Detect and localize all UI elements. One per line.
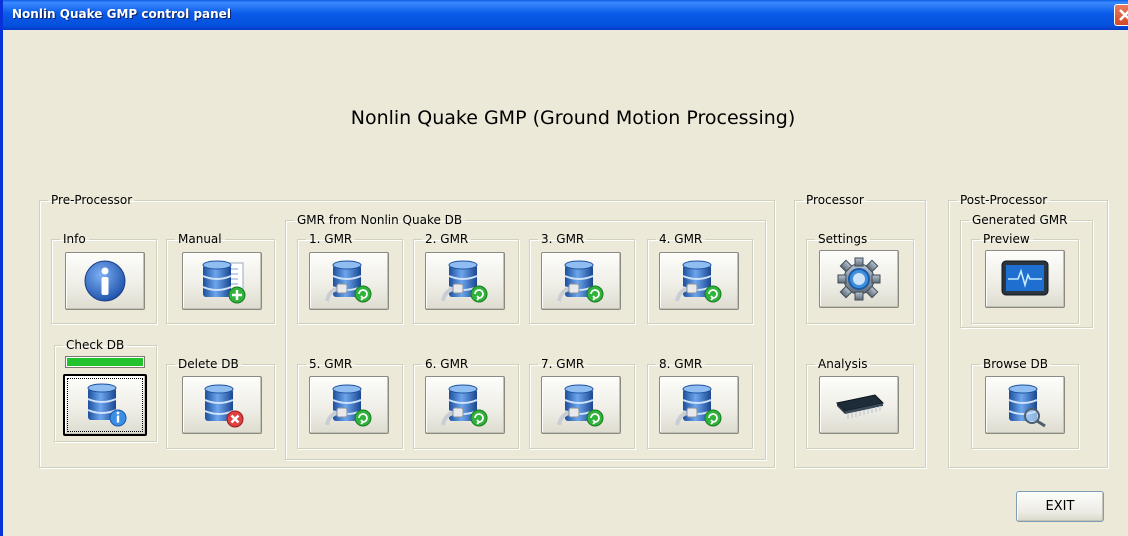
- database-plug-icon: [675, 384, 722, 427]
- database-plug-icon: [557, 384, 604, 427]
- page-title: Nonlin Quake GMP (Ground Motion Processi…: [350, 107, 796, 129]
- gmr-button-5[interactable]: [309, 376, 389, 434]
- analysis-label: Analysis: [818, 357, 868, 371]
- gmr-label-4: 4. GMR: [659, 232, 703, 246]
- gmr-button-8[interactable]: [659, 376, 739, 434]
- chip-icon: [835, 394, 885, 419]
- post-processor-label: Post-Processor: [960, 193, 1048, 207]
- close-icon: [1119, 9, 1128, 21]
- gmr-label-6: 6. GMR: [425, 357, 469, 371]
- manual-button[interactable]: [182, 252, 262, 310]
- info-icon: [84, 260, 126, 302]
- database-plug-icon: [441, 260, 488, 303]
- database-plug-icon: [675, 260, 722, 303]
- gmr-button-3[interactable]: [541, 252, 621, 310]
- pre-processor-label: Pre-Processor: [51, 193, 133, 207]
- delete-db-label: Delete DB: [178, 357, 239, 371]
- database-plug-icon: [325, 260, 372, 303]
- database-add-icon: [202, 260, 246, 304]
- gmr-button-1[interactable]: [309, 252, 389, 310]
- gmr-button-2[interactable]: [425, 252, 505, 310]
- database-info-icon: [87, 383, 127, 427]
- database-delete-icon: [204, 384, 244, 428]
- gmr-button-4[interactable]: [659, 252, 739, 310]
- manual-label: Manual: [178, 232, 222, 246]
- exit-button[interactable]: EXIT: [1016, 491, 1104, 522]
- gmr-label-8: 8. GMR: [659, 357, 703, 371]
- database-plug-icon: [325, 384, 372, 427]
- delete-db-button[interactable]: [182, 376, 262, 434]
- info-button[interactable]: [65, 252, 145, 310]
- preview-button[interactable]: [985, 250, 1065, 308]
- title-bar[interactable]: Nonlin Quake GMP control panel: [3, 0, 1128, 30]
- close-button[interactable]: [1114, 4, 1128, 26]
- database-search-icon: [1008, 384, 1046, 428]
- check-db-progress-fill: [67, 358, 143, 366]
- gmr-label-5: 5. GMR: [309, 357, 353, 371]
- info-label: Info: [63, 232, 86, 246]
- database-plug-icon: [557, 260, 604, 303]
- check-db-label: Check DB: [66, 338, 125, 352]
- analysis-button[interactable]: [819, 376, 899, 434]
- gear-icon: [837, 257, 881, 301]
- gmr-label-2: 2. GMR: [425, 232, 469, 246]
- app-window: Nonlin Quake GMP control panel Nonlin Qu…: [0, 0, 1128, 536]
- monitor-waveform-icon: [1001, 260, 1049, 296]
- window-title: Nonlin Quake GMP control panel: [12, 7, 231, 21]
- gmr-db-label: GMR from Nonlin Quake DB: [297, 213, 463, 227]
- settings-button[interactable]: [819, 250, 899, 308]
- gmr-label-3: 3. GMR: [541, 232, 585, 246]
- browse-db-label: Browse DB: [983, 357, 1048, 371]
- gmr-label-7: 7. GMR: [541, 357, 585, 371]
- gmr-button-7[interactable]: [541, 376, 621, 434]
- check-db-button[interactable]: [63, 374, 147, 436]
- processor-label: Processor: [806, 193, 864, 207]
- browse-db-button[interactable]: [985, 376, 1065, 434]
- database-plug-icon: [441, 384, 488, 427]
- gmr-label-1: 1. GMR: [309, 232, 353, 246]
- settings-label: Settings: [818, 232, 868, 246]
- check-db-progress: [65, 356, 145, 368]
- generated-gmr-label: Generated GMR: [972, 213, 1068, 227]
- preview-label: Preview: [983, 232, 1030, 246]
- gmr-button-6[interactable]: [425, 376, 505, 434]
